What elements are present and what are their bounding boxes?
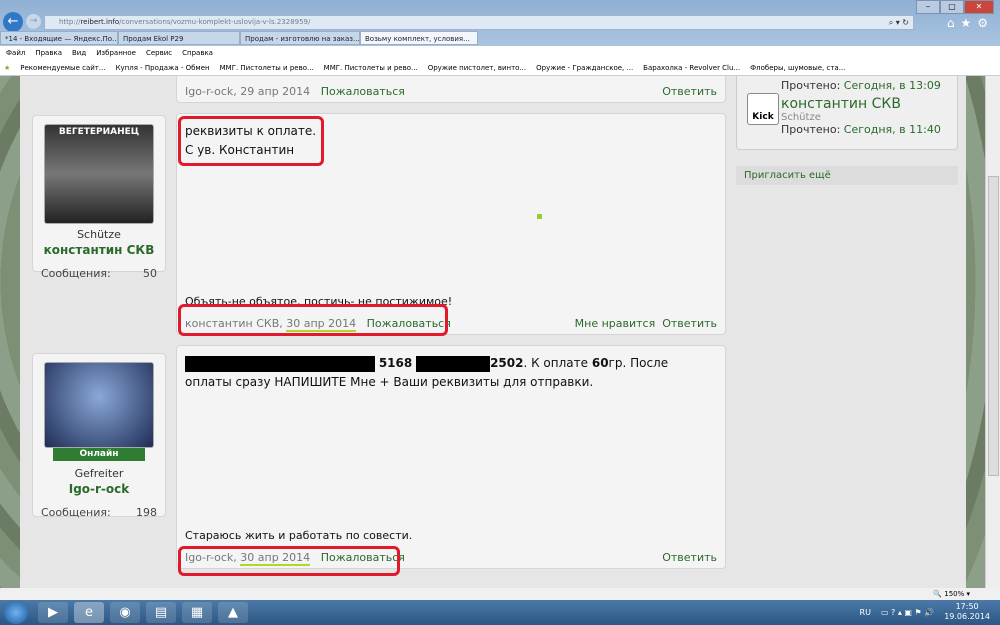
read-label: Прочтено:	[781, 123, 841, 136]
online-badge: Онлайн	[53, 448, 145, 461]
post: ВЕГЕТЕРИАНЕЦ Schütze константин СКВ Сооб…	[32, 113, 726, 336]
read-time: Сегодня, в 11:40	[843, 123, 941, 136]
redacted	[185, 355, 375, 372]
reply-link[interactable]: Ответить	[662, 317, 717, 330]
menu-file[interactable]: Файл	[6, 46, 25, 60]
explorer-icon[interactable]: ▦	[182, 602, 212, 623]
reply-link[interactable]: Ответить	[662, 85, 717, 98]
sidebar: Прочтено: Сегодня, в 13:09 Kick констант…	[736, 76, 958, 185]
menu-favorites[interactable]: Избранное	[96, 46, 136, 60]
fav-item[interactable]: Барахолка - Revolver Clu...	[643, 60, 740, 75]
menu-edit[interactable]: Правка	[35, 46, 62, 60]
redacted	[416, 355, 491, 372]
close-button[interactable]: ✕	[964, 0, 994, 14]
amount: 60	[591, 356, 609, 370]
app-icon[interactable]: ▲	[218, 602, 248, 623]
forward-button[interactable]: →	[26, 14, 41, 29]
like-link[interactable]: Мне нравится	[575, 317, 656, 330]
fav-item[interactable]: Купля - Продажа - Обмен	[116, 60, 210, 75]
user-block: Онлайн Gefreiter Igo-r-ock Сообщения: 198	[32, 353, 166, 519]
zoom-icon: 🔍	[933, 590, 942, 598]
scrollbar[interactable]	[985, 76, 1000, 588]
username[interactable]: Igo-r-ock	[33, 482, 165, 496]
chrome-icon[interactable]: ◉	[110, 602, 140, 623]
start-button[interactable]	[4, 601, 28, 624]
browser-chrome: ← → http://reibert.info/conversations/vo…	[0, 0, 1000, 46]
reply-link[interactable]: Ответить	[662, 551, 717, 564]
tab-mail[interactable]: *14 - Входящие — Яндекс.По...	[0, 31, 118, 45]
post: Онлайн Gefreiter Igo-r-ock Сообщения: 198…	[32, 345, 726, 576]
fav-item[interactable]: Флоберы, шумовые, ста...	[750, 60, 845, 75]
read-time: Сегодня, в 13:09	[843, 79, 941, 92]
avatar[interactable]: ВЕГЕТЕРИАНЕЦ	[44, 124, 154, 224]
menu-help[interactable]: Справка	[182, 46, 213, 60]
participant-name[interactable]: константин СКВ	[781, 96, 949, 112]
fav-item[interactable]: Оружие - Гражданское, ...	[536, 60, 633, 75]
message: 5168 2502. К оплате 60гр. После оплаты с…	[176, 345, 726, 576]
menu-tools[interactable]: Сервис	[146, 46, 172, 60]
search-refresh-icons[interactable]: ⌕ ▾ ↻	[889, 16, 909, 29]
signature: Стараюсь жить и работать по совести.	[185, 529, 413, 542]
app-icon[interactable]: ▤	[146, 602, 176, 623]
menu-bar: Файл Правка Вид Избранное Сервис Справка	[0, 46, 1000, 60]
messages-count: 50	[143, 267, 157, 280]
scrollbar-thumb[interactable]	[988, 176, 999, 476]
address-bar[interactable]: http://reibert.info/conversations/vozmu-…	[44, 15, 914, 30]
messages-label: Сообщения:	[41, 506, 111, 519]
favorites-bar: ★ Рекомендуемые сайт... Купля - Продажа …	[0, 60, 1000, 76]
taskbar: ▶ e ◉ ▤ ▦ ▲ RU ▭ ? ▴ ▣ ⚑ 🔊 17:50 19.06.2014	[0, 600, 1000, 625]
user-title: Gefreiter	[74, 467, 124, 480]
participants-box: Прочтено: Сегодня, в 13:09 Kick констант…	[736, 76, 958, 150]
highlight-box	[178, 304, 448, 336]
highlight-box	[178, 116, 324, 166]
status-bar: 🔍 150% ▾	[0, 588, 1000, 600]
message: реквизиты к оплате. С ув. Константин Объя…	[176, 113, 726, 336]
fav-item[interactable]: Оружие пистолет, винто...	[428, 60, 526, 75]
fav-item[interactable]: Рекомендуемые сайт...	[20, 60, 105, 75]
post-date[interactable]: 29 апр 2014	[240, 85, 310, 98]
page-content: Igo-r-ock, 29 апр 2014 Пожаловаться Ответ…	[0, 76, 985, 588]
invite-more-link[interactable]: Пригласить ещё	[736, 166, 958, 185]
ie-icon[interactable]: e	[74, 602, 104, 623]
gear-icon[interactable]: ⚙	[977, 16, 994, 30]
card-part: 5168	[378, 356, 413, 370]
media-player-icon[interactable]: ▶	[38, 602, 68, 623]
participant-title: Schütze	[781, 112, 821, 123]
message: Igo-r-ock, 29 апр 2014 Пожаловаться Ответ…	[176, 76, 726, 103]
read-label: Прочтено:	[781, 79, 841, 92]
fav-item[interactable]: ММГ. Пистолеты и рево...	[324, 60, 418, 75]
tab-current[interactable]: Возьму комплект, условия...	[360, 31, 478, 45]
messages-count: 198	[136, 506, 157, 519]
tab-ekol[interactable]: Продам Ekol P29	[118, 31, 240, 45]
conversation-column: Igo-r-ock, 29 апр 2014 Пожаловаться Ответ…	[20, 76, 966, 588]
minimize-button[interactable]: –	[916, 0, 940, 14]
home-icon[interactable]: ⌂	[947, 16, 961, 30]
report-link[interactable]: Пожаловаться	[321, 85, 405, 98]
tray-icons[interactable]: ▭ ? ▴ ▣ ⚑ 🔊	[881, 608, 934, 617]
user-title: Schütze	[77, 228, 121, 241]
maximize-button[interactable]: ▢	[940, 0, 964, 14]
post-author[interactable]: Igo-r-ock	[185, 85, 233, 98]
language-indicator[interactable]: RU	[860, 608, 871, 617]
dot	[537, 214, 542, 219]
participant-avatar[interactable]: Kick	[747, 93, 779, 125]
post: Igo-r-ock, 29 апр 2014 Пожаловаться Ответ…	[32, 76, 726, 103]
tab-order[interactable]: Продам - изготовлю на заказ...	[240, 31, 360, 45]
message-text: . К оплате	[523, 356, 592, 370]
back-button[interactable]: ←	[3, 12, 23, 32]
favorites-star-icon[interactable]: ★	[960, 16, 977, 30]
clock-time[interactable]: 17:50	[944, 602, 990, 612]
highlight-box	[178, 546, 400, 576]
favorites-star-icon[interactable]: ★	[4, 60, 10, 75]
card-part: 2502	[490, 356, 524, 370]
avatar[interactable]	[44, 362, 154, 448]
zoom-level[interactable]: 150%	[944, 590, 964, 598]
fav-item[interactable]: ММГ. Пистолеты и рево...	[220, 60, 314, 75]
messages-label: Сообщения:	[41, 267, 111, 280]
clock-date[interactable]: 19.06.2014	[944, 612, 990, 622]
menu-view[interactable]: Вид	[72, 46, 86, 60]
username[interactable]: константин СКВ	[33, 243, 165, 257]
user-block: ВЕГЕТЕРИАНЕЦ Schütze константин СКВ Сооб…	[32, 115, 166, 280]
